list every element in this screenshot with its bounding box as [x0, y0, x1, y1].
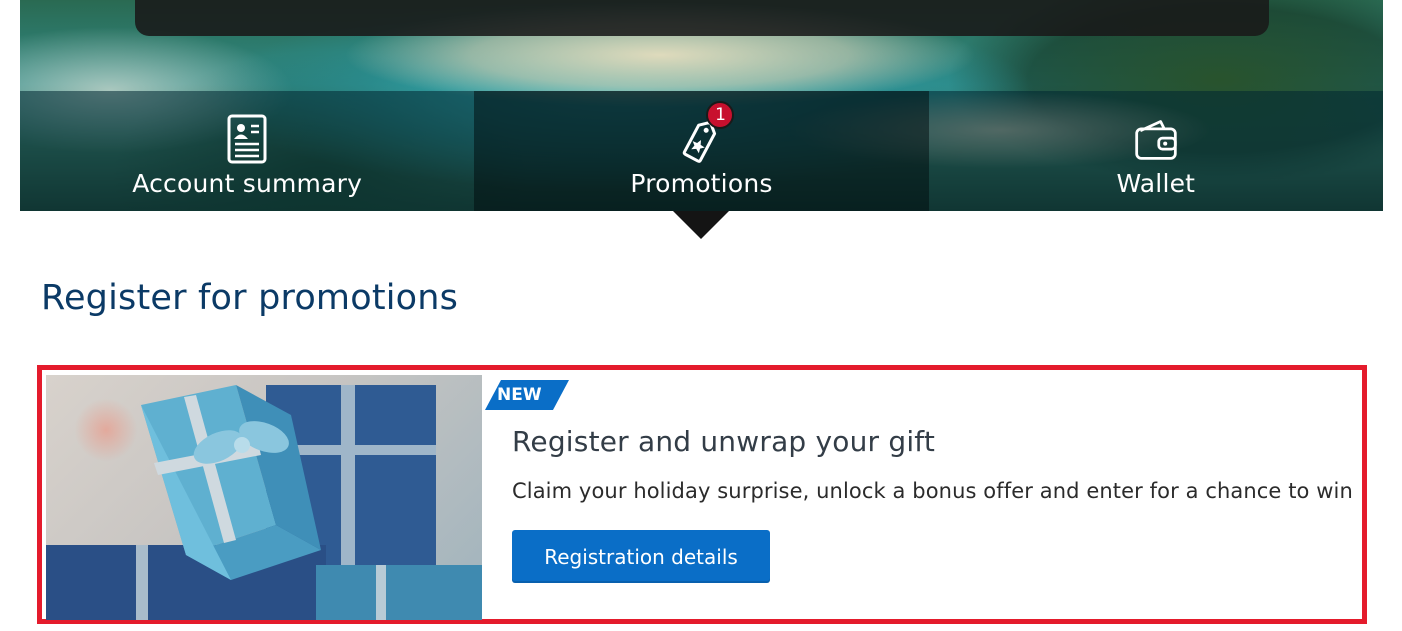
tab-wallet[interactable]: Wallet — [928, 91, 1383, 211]
tab-label: Wallet — [1116, 169, 1196, 198]
tab-promotions[interactable]: 1 Promotions — [474, 91, 929, 211]
new-badge: NEW — [485, 380, 569, 410]
promotion-card: NEW Register and unwrap your gift Claim … — [37, 365, 1367, 624]
hero-banner: Account summary 1 Promotions Wallet — [20, 0, 1383, 211]
tab-label: Promotions — [630, 169, 773, 198]
tab-account-summary[interactable]: Account summary — [20, 91, 475, 211]
wallet-icon — [1133, 113, 1179, 165]
promotion-tag-icon: 1 — [678, 101, 735, 165]
page-title: Register for promotions — [41, 278, 459, 318]
hero-search-panel — [135, 0, 1269, 36]
section-tab-bar: Account summary 1 Promotions Wallet — [20, 91, 1383, 211]
account-summary-icon — [224, 113, 270, 165]
active-tab-pointer — [673, 211, 729, 239]
gift-boxes-image — [46, 375, 482, 620]
promotion-title: Register and unwrap your gift — [512, 425, 936, 458]
tab-label: Account summary — [132, 169, 363, 198]
notification-badge: 1 — [706, 101, 735, 129]
registration-details-button[interactable]: Registration details — [512, 530, 770, 583]
promotion-description: Claim your holiday surprise, unlock a bo… — [512, 479, 1353, 503]
